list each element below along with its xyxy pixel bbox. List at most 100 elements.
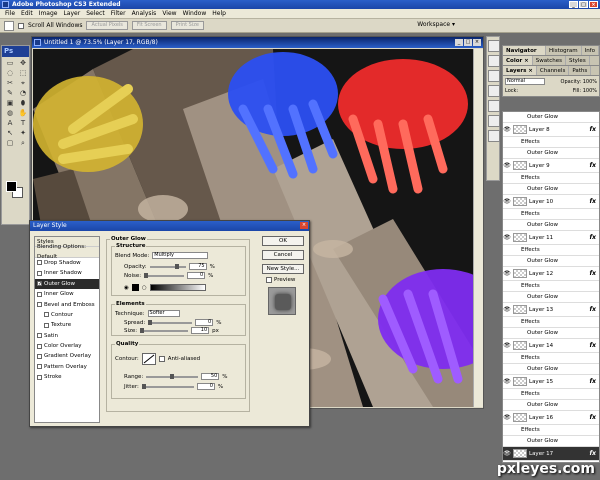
eye-icon[interactable]: 👁 (503, 270, 511, 277)
spread-slider[interactable] (148, 319, 193, 325)
glow-color-swatch[interactable] (131, 284, 139, 291)
eye-icon[interactable]: 👁 (503, 306, 511, 313)
layer-effects-row[interactable]: Effects (503, 281, 599, 292)
close-button[interactable]: × (589, 1, 598, 8)
tab-color[interactable]: Color × (503, 56, 533, 65)
layer-effects-row[interactable]: Effects (503, 425, 599, 436)
jitter-input[interactable]: 0 (196, 383, 215, 390)
style-item[interactable]: Stroke (35, 372, 99, 382)
dialog-close-icon[interactable]: × (300, 222, 308, 229)
tab-swatches[interactable]: Swatches (533, 56, 566, 65)
layer-fill-value[interactable]: 100% (583, 88, 597, 94)
maximize-button[interactable]: □ (579, 1, 588, 8)
blend-mode-select[interactable]: Multiply (152, 252, 209, 259)
minimize-button[interactable]: _ (569, 1, 578, 8)
tab-navigator[interactable]: Navigator × (503, 46, 547, 64)
layer-effects-row[interactable]: Effects (503, 245, 599, 256)
fx-icon[interactable]: fx (590, 234, 596, 241)
fx-icon[interactable]: fx (590, 342, 596, 349)
scroll-all-windows-checkbox[interactable] (18, 22, 24, 29)
opacity-slider-knob[interactable] (174, 263, 179, 269)
style-checkbox[interactable] (37, 343, 42, 349)
layer-row[interactable]: 👁 Layer 10 fx (503, 195, 599, 209)
style-item[interactable]: Inner Shadow (35, 268, 99, 278)
layer-effects-row[interactable]: Effects (503, 137, 599, 148)
style-item[interactable]: Bevel and Emboss (35, 299, 99, 309)
layer-row[interactable]: 👁 Layer 16 fx (503, 411, 599, 425)
zoom-tool-icon[interactable]: ⌕ (17, 139, 29, 148)
gradient-radio[interactable]: ○ (142, 285, 147, 291)
fx-icon[interactable]: fx (590, 306, 596, 313)
move-tool-icon[interactable]: ✥ (17, 59, 29, 68)
contour-picker[interactable] (141, 353, 156, 365)
new-style-button[interactable]: New Style... (262, 264, 304, 274)
layer-effect-row[interactable]: Outer Glow (503, 148, 599, 159)
size-slider-knob[interactable] (140, 327, 145, 333)
layer-effect-row[interactable]: Outer Glow (503, 184, 599, 195)
foreground-color-swatch[interactable] (6, 181, 17, 192)
style-item[interactable]: Gradient Overlay (35, 351, 99, 361)
noise-input[interactable]: 0 (187, 272, 206, 279)
layer-row-selected[interactable]: 👁 Layer 17 fx (503, 447, 599, 461)
eye-icon[interactable]: 👁 (503, 342, 511, 349)
style-checkbox[interactable] (37, 302, 42, 308)
style-checkbox[interactable] (37, 291, 42, 297)
style-checkbox[interactable] (44, 312, 49, 318)
layers-list[interactable]: Outer Glow 👁 Layer 8 fx Effects Outer Glow 👁 La… (502, 111, 600, 463)
layer-effect-row[interactable]: Outer Glow (503, 220, 599, 231)
dodge-tool-icon[interactable]: ✋ (17, 109, 29, 118)
layer-row[interactable]: 👁 Layer 9 fx (503, 159, 599, 173)
tab-layers[interactable]: Layers × (503, 66, 537, 75)
layer-blend-mode-select[interactable]: Normal (505, 78, 545, 85)
menu-edit[interactable]: Edit (18, 10, 36, 17)
history-panel-icon[interactable] (488, 85, 500, 97)
eye-icon[interactable]: 👁 (503, 450, 511, 457)
doc-close-button[interactable]: × (473, 39, 481, 46)
glow-gradient-swatch[interactable] (149, 284, 206, 291)
layer-effects-row[interactable]: Effects (503, 317, 599, 328)
layer-comps-panel-icon[interactable] (488, 70, 500, 82)
layer-row[interactable]: 👁 Layer 14 fx (503, 339, 599, 353)
fx-icon[interactable]: fx (590, 198, 596, 205)
style-checkbox[interactable] (37, 281, 42, 287)
eraser-tool-icon[interactable]: ⬮ (17, 99, 29, 108)
fx-icon[interactable]: fx (590, 378, 596, 385)
menu-analysis[interactable]: Analysis (129, 10, 160, 17)
style-item[interactable]: Inner Glow (35, 289, 99, 299)
spread-slider-knob[interactable] (148, 319, 153, 325)
menu-help[interactable]: Help (209, 10, 229, 17)
style-item[interactable]: Satin (35, 331, 99, 341)
pen-tool-icon[interactable]: A (4, 119, 16, 128)
tab-histogram[interactable]: Histogram (546, 46, 582, 55)
fx-icon[interactable]: fx (590, 162, 596, 169)
opacity-input[interactable]: 75 (188, 263, 207, 270)
eye-icon[interactable]: 👁 (503, 162, 511, 169)
spread-input[interactable]: 0 (195, 319, 214, 326)
style-item[interactable]: Texture (35, 320, 99, 330)
style-checkbox[interactable] (44, 322, 49, 328)
layer-row[interactable]: 👁 Layer 13 fx (503, 303, 599, 317)
marquee-tool-icon[interactable]: ▭ (4, 59, 16, 68)
actual-pixels-button[interactable]: Actual Pixels (86, 21, 128, 30)
character-panel-icon[interactable] (488, 115, 500, 127)
paragraph-panel-icon[interactable] (488, 130, 500, 142)
layer-effect-row[interactable]: Outer Glow (503, 256, 599, 267)
tab-info[interactable]: Info (582, 46, 599, 55)
style-item[interactable]: Contour (35, 310, 99, 320)
style-item[interactable]: Color Overlay (35, 341, 99, 351)
document-vertical-scrollbar[interactable] (473, 49, 483, 407)
fx-icon[interactable]: fx (590, 270, 596, 277)
technique-select[interactable]: Softer (147, 310, 180, 317)
tab-styles[interactable]: Styles (566, 56, 590, 65)
fx-icon[interactable]: fx (590, 450, 596, 457)
type-tool-icon[interactable]: T (17, 119, 29, 128)
hand-tool-icon[interactable] (4, 20, 14, 31)
menu-layer[interactable]: Layer (60, 10, 83, 17)
cancel-button[interactable]: Cancel (262, 250, 304, 260)
lasso-tool-icon[interactable]: ◌ (4, 69, 16, 78)
eye-icon[interactable]: 👁 (503, 126, 511, 133)
doc-maximize-button[interactable]: □ (464, 39, 472, 46)
menu-window[interactable]: Window (180, 10, 210, 17)
anti-aliased-checkbox[interactable] (158, 356, 165, 362)
quick-select-tool-icon[interactable]: ⬚ (17, 69, 29, 78)
